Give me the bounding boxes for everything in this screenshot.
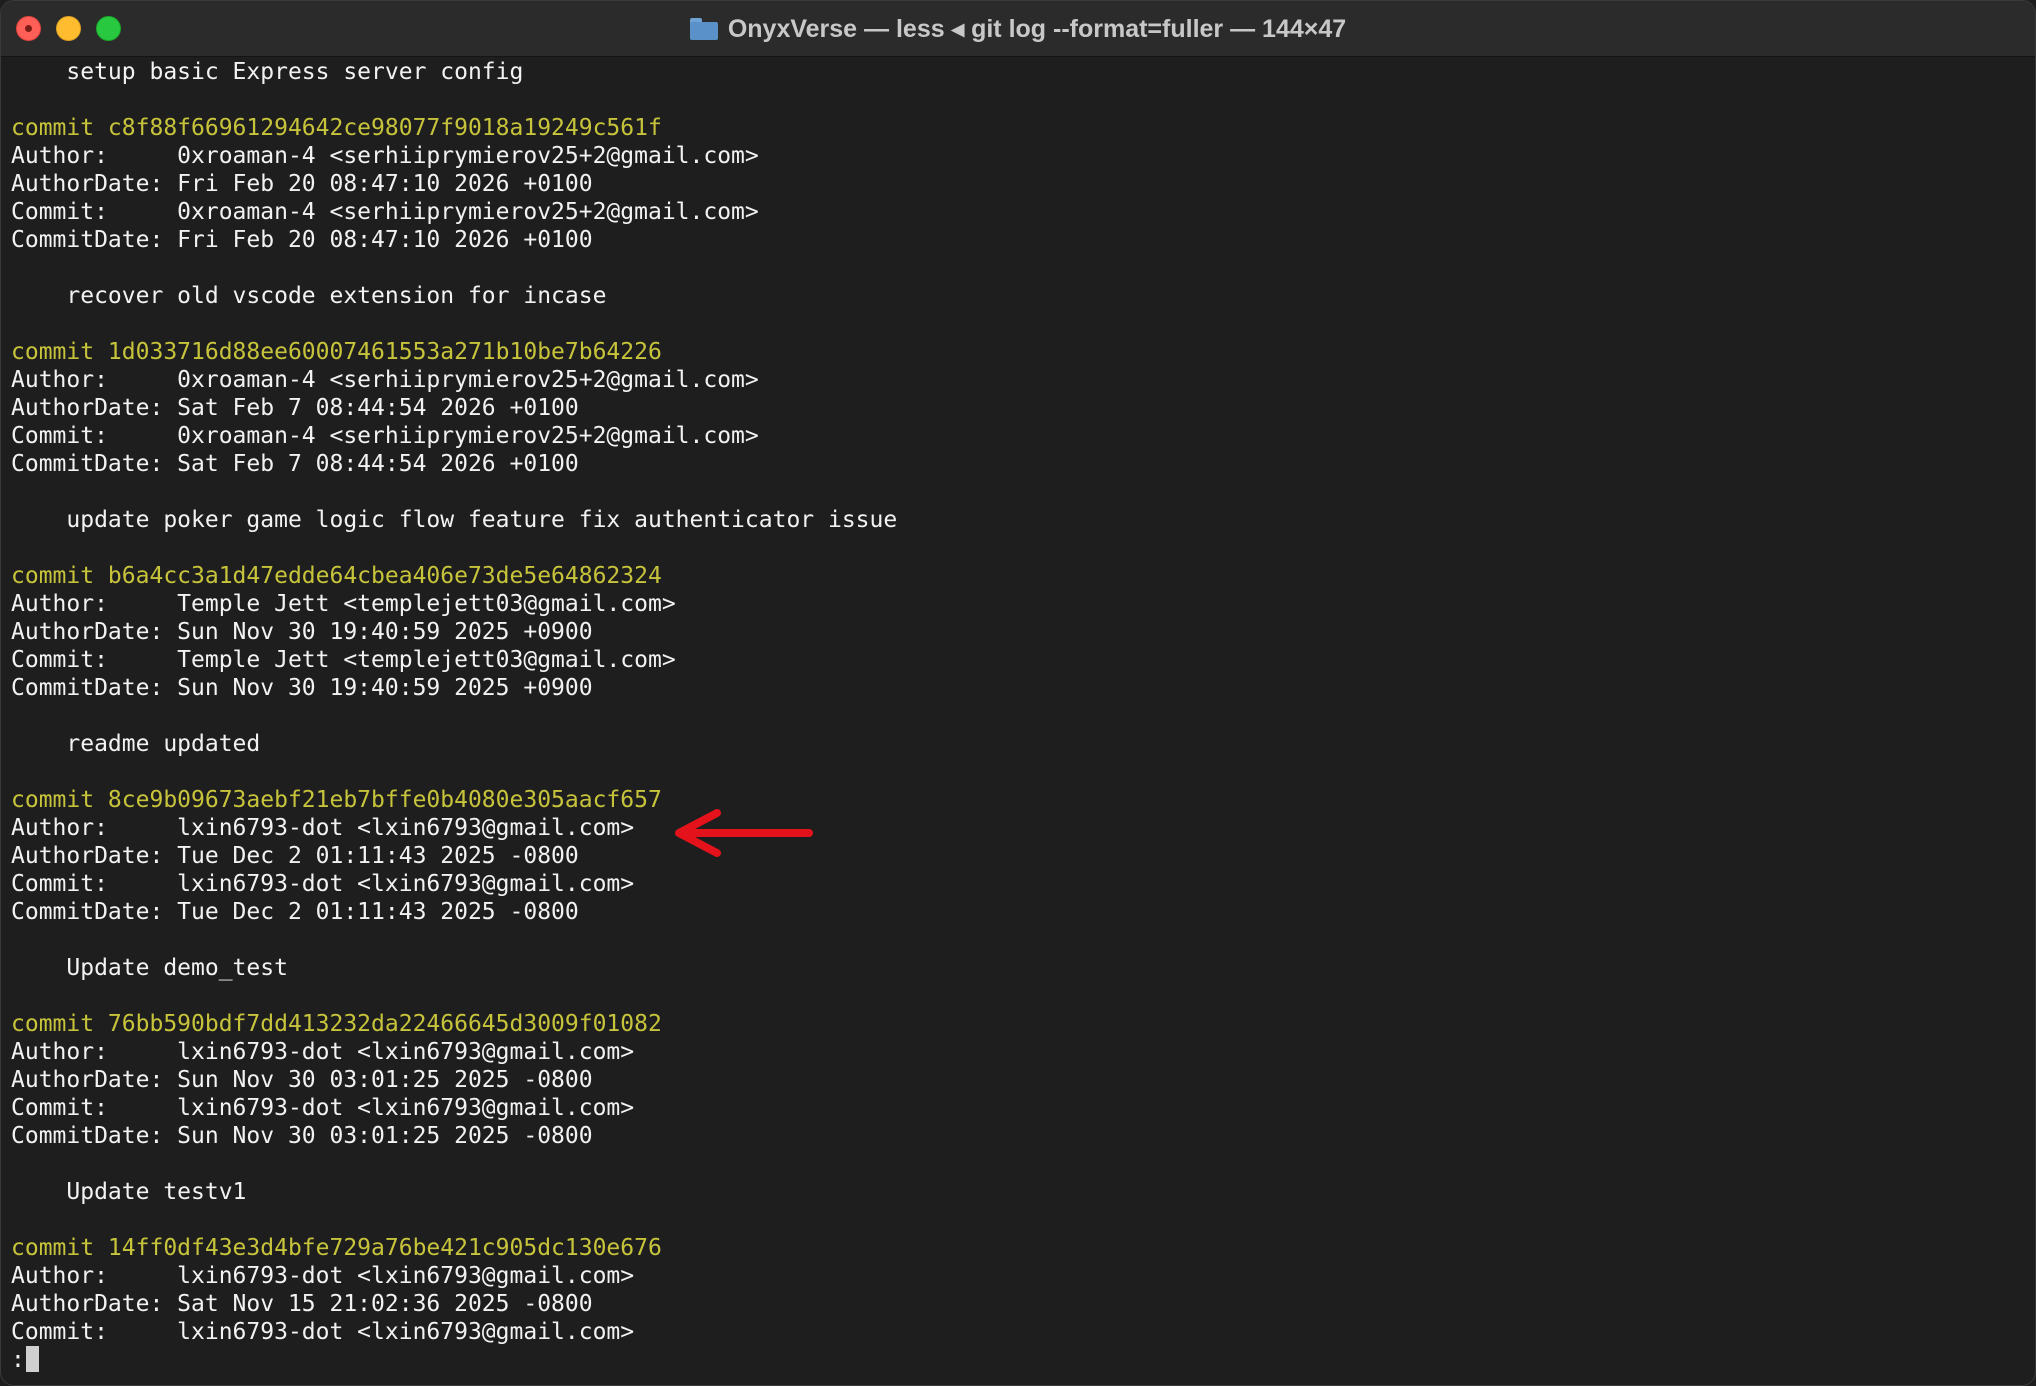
commit-field-line: Commit: lxin6793-dot <lxin6793@gmail.com… xyxy=(11,1319,635,1345)
commit-hash-line: commit c8f88f66961294642ce98077f9018a192… xyxy=(11,115,662,141)
commit-field-line: AuthorDate: Sat Nov 15 21:02:36 2025 -08… xyxy=(11,1291,593,1317)
commit-hash-line: commit 1d033716d88ee60007461553a271b10be… xyxy=(11,339,662,365)
less-prompt: : xyxy=(11,1347,25,1373)
commit-message-line: Update testv1 xyxy=(11,1179,247,1205)
window-title-text: OnyxVerse — less ◂ git log --format=full… xyxy=(727,15,1347,43)
commit-field-line: AuthorDate: Sun Nov 30 19:40:59 2025 +09… xyxy=(11,619,593,645)
commit-field-line: Author: lxin6793-dot <lxin6793@gmail.com… xyxy=(11,815,635,841)
commit-field-line: CommitDate: Sat Feb 7 08:44:54 2026 +010… xyxy=(11,451,579,477)
commit-field-line: Commit: Temple Jett <templejett03@gmail.… xyxy=(11,647,676,673)
commit-field-line: AuthorDate: Sat Feb 7 08:44:54 2026 +010… xyxy=(11,395,579,421)
commit-hash-line: commit 14ff0df43e3d4bfe729a76be421c905dc… xyxy=(11,1235,662,1261)
terminal-output[interactable]: setup basic Express server config commit … xyxy=(11,58,2021,1374)
commit-field-line: Author: 0xroaman-4 <serhiiprymierov25+2@… xyxy=(11,367,759,393)
title-bar[interactable]: OnyxVerse — less ◂ git log --format=full… xyxy=(1,1,2035,57)
commit-field-line: CommitDate: Tue Dec 2 01:11:43 2025 -080… xyxy=(11,899,579,925)
commit-field-line: Commit: 0xroaman-4 <serhiiprymierov25+2@… xyxy=(11,423,759,449)
less-prompt-line[interactable]: : xyxy=(11,1346,2021,1374)
commit-message-line: setup basic Express server config xyxy=(11,59,524,85)
commit-message-line: update poker game logic flow feature fix… xyxy=(11,507,898,533)
commit-field-line: AuthorDate: Sun Nov 30 03:01:25 2025 -08… xyxy=(11,1067,593,1093)
terminal-window: OnyxVerse — less ◂ git log --format=full… xyxy=(0,0,2036,1386)
red-arrow-left-icon xyxy=(675,809,813,857)
commit-field-line: Author: lxin6793-dot <lxin6793@gmail.com… xyxy=(11,1263,635,1289)
commit-field-line: Author: Temple Jett <templejett03@gmail.… xyxy=(11,591,676,617)
commit-field-line: Commit: lxin6793-dot <lxin6793@gmail.com… xyxy=(11,871,635,897)
window-title: OnyxVerse — less ◂ git log --format=full… xyxy=(1,1,2035,57)
commit-field-line: Author: 0xroaman-4 <serhiiprymierov25+2@… xyxy=(11,143,759,169)
commit-message-line: recover old vscode extension for incase xyxy=(11,283,607,309)
text-cursor xyxy=(25,1346,39,1372)
commit-field-line: CommitDate: Fri Feb 20 08:47:10 2026 +01… xyxy=(11,227,593,253)
commit-hash-line: commit b6a4cc3a1d47edde64cbea406e73de5e6… xyxy=(11,563,662,589)
folder-icon xyxy=(689,18,718,40)
commit-field-line: Commit: 0xroaman-4 <serhiiprymierov25+2@… xyxy=(11,199,759,225)
commit-hash-line: commit 76bb590bdf7dd413232da22466645d300… xyxy=(11,1011,662,1037)
commit-field-line: CommitDate: Sun Nov 30 19:40:59 2025 +09… xyxy=(11,675,593,701)
commit-hash-line: commit 8ce9b09673aebf21eb7bffe0b4080e305… xyxy=(11,787,662,813)
commit-message-line: readme updated xyxy=(11,731,261,757)
commit-field-line: AuthorDate: Fri Feb 20 08:47:10 2026 +01… xyxy=(11,171,593,197)
commit-field-line: Author: lxin6793-dot <lxin6793@gmail.com… xyxy=(11,1039,635,1065)
commit-field-line: AuthorDate: Tue Dec 2 01:11:43 2025 -080… xyxy=(11,843,579,869)
commit-message-line: Update demo_test xyxy=(11,955,288,981)
commit-field-line: Commit: lxin6793-dot <lxin6793@gmail.com… xyxy=(11,1095,635,1121)
commit-field-line: CommitDate: Sun Nov 30 03:01:25 2025 -08… xyxy=(11,1123,593,1149)
